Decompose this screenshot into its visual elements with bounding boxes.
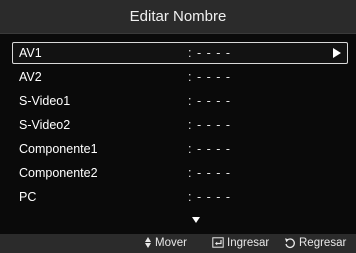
source-name-list: AV1 : - - - - AV2 : - - - - S-Video1 : -… [12, 42, 348, 210]
list-item-s-video2[interactable]: S-Video2 : - - - - [12, 114, 348, 136]
list-item-label: Componente2 [19, 166, 98, 180]
back-hint: Regresar [284, 234, 346, 253]
triangle-right-icon [333, 48, 341, 58]
list-item-value: : - - - - [188, 70, 232, 84]
enter-label: Ingresar [227, 237, 270, 249]
enter-icon [212, 237, 224, 249]
move-hint: Mover [145, 234, 187, 253]
up-down-arrows-icon [145, 237, 152, 249]
list-item-label: S-Video2 [19, 118, 71, 132]
list-item-av1[interactable]: AV1 : - - - - [12, 42, 348, 64]
move-label: Mover [155, 237, 187, 249]
list-item-pc[interactable]: PC : - - - - [12, 186, 348, 208]
triangle-down-icon[interactable] [192, 217, 200, 223]
return-icon [285, 238, 295, 248]
back-label: Regresar [299, 237, 347, 249]
list-item-label: Componente1 [19, 142, 98, 156]
menu-title: Editar Nombre [129, 8, 227, 25]
list-item-label: PC [19, 190, 37, 204]
footer-hints: Mover Ingresar Regresar [0, 234, 356, 253]
list-item-value: : - - - - [188, 142, 232, 156]
list-item-av2[interactable]: AV2 : - - - - [12, 66, 348, 88]
list-item-componente2[interactable]: Componente2 : - - - - [12, 162, 348, 184]
list-item-componente1[interactable]: Componente1 : - - - - [12, 138, 348, 160]
list-item-value: : - - - - [188, 190, 232, 204]
list-item-s-video1[interactable]: S-Video1 : - - - - [12, 90, 348, 112]
list-item-label: S-Video1 [19, 94, 71, 108]
list-item-value: : - - - - [188, 94, 232, 108]
list-item-value: : - - - - [188, 166, 232, 180]
menu-title-bar: Editar Nombre [0, 0, 356, 34]
list-item-value: : - - - - [188, 118, 232, 132]
enter-hint: Ingresar [212, 234, 269, 253]
list-item-value: : - - - - [188, 46, 232, 60]
list-item-label: AV2 [19, 70, 42, 84]
list-item-label: AV1 [19, 46, 42, 60]
